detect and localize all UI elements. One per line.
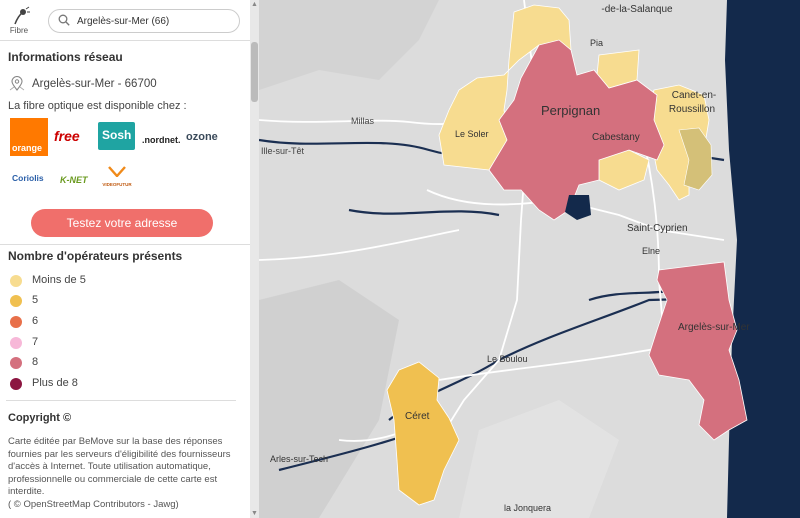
city-label: Roussillon bbox=[669, 104, 715, 115]
nordnet-logo[interactable]: .nordnet. bbox=[142, 130, 181, 148]
legend-swatch bbox=[10, 316, 22, 328]
city-label: Saint-Cyprien bbox=[627, 223, 688, 234]
legend-label: 6 bbox=[32, 315, 39, 327]
legend-swatch bbox=[10, 295, 22, 307]
search-input[interactable] bbox=[75, 12, 229, 30]
orange-logo[interactable]: orange bbox=[10, 118, 48, 156]
legend-label: Moins de 5 bbox=[32, 274, 86, 286]
ozone-logo[interactable]: ozone bbox=[186, 127, 218, 145]
legend-label: 8 bbox=[32, 356, 39, 368]
city-label: Canet-en- bbox=[672, 90, 716, 101]
city-label: Elne bbox=[642, 246, 660, 256]
fibre-logo-label: Fibre bbox=[9, 26, 29, 35]
city-label: -de-la-Salanque bbox=[601, 4, 673, 15]
city-label: Le Soler bbox=[455, 129, 489, 139]
availability-text: La fibre optique est disponible chez : bbox=[8, 100, 187, 112]
legend-swatch bbox=[10, 337, 22, 349]
scroll-up-icon[interactable]: ▲ bbox=[250, 1, 259, 8]
legend-swatch bbox=[10, 275, 22, 287]
search-box[interactable] bbox=[48, 9, 240, 33]
scrollbar-thumb[interactable] bbox=[251, 42, 258, 102]
osm-credit: ( © OpenStreetMap Contributors - Jawg) bbox=[8, 498, 179, 510]
copyright-block: Carte éditée par BeMove sur la base des … bbox=[8, 436, 233, 512]
divider bbox=[6, 400, 236, 401]
videofutur-logo[interactable]: VIDEOFUTUR bbox=[101, 164, 133, 187]
city-label: Perpignan bbox=[541, 103, 600, 118]
legend-swatch bbox=[10, 378, 22, 390]
panel-scrollbar[interactable]: ▲ ▼ bbox=[250, 0, 259, 518]
free-logo[interactable]: free bbox=[54, 128, 80, 146]
city-label: Ille-sur-Têt bbox=[261, 146, 305, 156]
coverage-map[interactable]: -de-la-Salanque Pia Perpignan Canet-en- … bbox=[259, 0, 800, 518]
side-panel: Fibre Informations réseau Argelès-sur-Me… bbox=[0, 0, 250, 518]
top-bar: Fibre bbox=[0, 0, 250, 40]
fibre-icon bbox=[14, 6, 30, 25]
search-icon bbox=[58, 14, 70, 26]
sea-area bbox=[725, 0, 800, 518]
test-address-button[interactable]: Testez votre adresse bbox=[31, 209, 213, 237]
divider bbox=[0, 40, 250, 41]
legend-label: Plus de 8 bbox=[32, 377, 78, 389]
legend-title: Nombre d'opérateurs présents bbox=[8, 249, 183, 263]
copyright-text: Carte éditée par BeMove sur la base des … bbox=[8, 436, 231, 498]
city-label: Argelès-sur-Mer bbox=[678, 322, 750, 333]
legend-swatch bbox=[10, 357, 22, 369]
legend-label: 7 bbox=[32, 336, 39, 348]
coriolis-logo[interactable]: Coriolis bbox=[12, 168, 44, 186]
knet-logo[interactable]: K-NET bbox=[60, 170, 88, 188]
network-info-title: Informations réseau bbox=[8, 50, 123, 64]
city-label: Millas bbox=[351, 116, 375, 126]
fibre-logo[interactable]: Fibre bbox=[6, 6, 32, 36]
city-label: Cabestany bbox=[592, 132, 640, 143]
sosh-logo[interactable]: Sosh bbox=[98, 122, 135, 150]
location-text: Argelès-sur-Mer - 66700 bbox=[32, 78, 157, 90]
city-label: Le Boulou bbox=[487, 354, 528, 364]
city-label: la Jonquera bbox=[504, 503, 551, 513]
videofutur-mark-icon bbox=[108, 166, 126, 178]
city-label: Arles-sur-Tech bbox=[270, 454, 328, 464]
city-label: Céret bbox=[405, 411, 430, 422]
divider bbox=[0, 244, 250, 245]
city-label: Pia bbox=[590, 38, 603, 48]
map-pin-icon bbox=[9, 76, 25, 91]
scroll-down-icon[interactable]: ▼ bbox=[250, 510, 259, 517]
copyright-title: Copyright © bbox=[8, 412, 72, 424]
legend-label: 5 bbox=[32, 294, 39, 306]
